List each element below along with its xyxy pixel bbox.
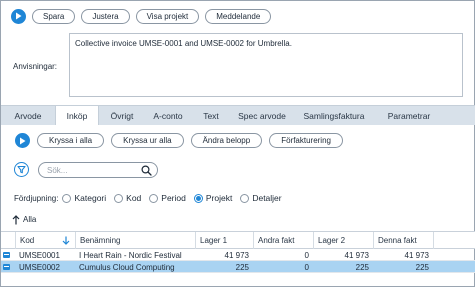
radio-detaljer[interactable]: Detaljer [240, 193, 282, 203]
level-up-all[interactable]: Alla [12, 214, 36, 225]
notes-textarea[interactable]: Collective invoice UMSE-0001 and UMSE-00… [69, 33, 463, 97]
play-icon[interactable] [11, 8, 26, 24]
radio-kategori[interactable]: Kategori [62, 193, 106, 203]
search-placeholder: Sök... [47, 166, 68, 175]
main-toolbar: Spara Justera Visa projekt Meddelande [11, 7, 272, 25]
grouping-radio-group: Fördjupning: Kategori Kod Period Projekt… [14, 192, 290, 204]
radio-projekt[interactable]: Projekt [193, 193, 232, 203]
row-checkbox-icon[interactable] [3, 252, 10, 258]
tab-a-conto[interactable]: A-conto [145, 106, 191, 125]
col-lager-1[interactable]: Lager 1 [195, 232, 253, 249]
cell-andra-fakt: 0 [304, 262, 309, 272]
tab-parametrar[interactable]: Parametrar [375, 106, 443, 125]
check-all-button[interactable]: Kryssa i alla [37, 133, 105, 148]
cell-benamning: I Heart Rain - Nordic Festival [79, 250, 182, 260]
message-button[interactable]: Meddelande [205, 8, 272, 24]
sort-down-icon [62, 236, 70, 245]
tab-ovrigt[interactable]: Övrigt [99, 106, 145, 125]
tab-samlingsfaktura[interactable]: Samlingsfaktura [293, 106, 375, 125]
cell-andra-fakt: 0 [304, 250, 309, 260]
col-denna-fakt[interactable]: Denna fakt [373, 232, 433, 249]
notes-label: Anvisningar: [13, 62, 58, 71]
row-checkbox-icon[interactable] [3, 264, 10, 270]
prebilling-button[interactable]: Förfakturering [269, 133, 343, 148]
purchase-table: Kod Benämning Lager 1 Andra fakt Lager 2… [1, 231, 475, 273]
uncheck-all-button[interactable]: Kryssa ur alla [111, 133, 184, 148]
cell-denna-fakt[interactable]: 225 [373, 261, 433, 273]
save-button[interactable]: Spara [32, 8, 76, 24]
radio-kod[interactable]: Kod [114, 193, 141, 203]
cell-lager-1: 41 973 [224, 250, 249, 260]
cell-kod: UMSE0001 [19, 250, 60, 260]
cell-lager-2: 41 973 [344, 250, 369, 260]
purchase-toolbar: Kryssa i alla Kryssa ur alla Ändra belop… [15, 133, 343, 148]
tab-arvode[interactable]: Arvode [1, 106, 55, 125]
change-amount-button[interactable]: Ändra belopp [190, 133, 263, 148]
col-andra-fakt[interactable]: Andra fakt [253, 232, 313, 249]
cell-lager-1: 225 [235, 262, 249, 272]
tab-text[interactable]: Text [191, 106, 231, 125]
arrow-up-icon [12, 214, 20, 224]
table-row-selected[interactable]: UMSE0002 Cumulus Cloud Computing 225 0 2… [1, 261, 475, 273]
grouping-label: Fördjupning: [14, 193, 59, 203]
col-kod[interactable]: Kod [15, 232, 75, 249]
cell-lager-2: 225 [355, 262, 369, 272]
radio-period[interactable]: Period [149, 193, 186, 203]
tab-bar: Arvode Inköp Övrigt A-conto Text Spec ar… [1, 105, 475, 125]
col-filler [433, 232, 475, 249]
play-icon[interactable] [15, 133, 30, 148]
show-project-button[interactable]: Visa projekt [135, 8, 200, 24]
cell-denna-fakt[interactable]: 41 973 [373, 249, 433, 261]
table-row[interactable]: UMSE0001 I Heart Rain - Nordic Festival … [1, 249, 475, 261]
filter-icon[interactable] [14, 162, 29, 177]
window: Spara Justera Visa projekt Meddelande An… [0, 0, 475, 287]
adjust-button[interactable]: Justera [81, 8, 130, 24]
search-input[interactable]: Sök... [38, 162, 158, 178]
cell-kod: UMSE0002 [19, 262, 60, 272]
col-lager-2[interactable]: Lager 2 [313, 232, 373, 249]
tab-spec-arvode[interactable]: Spec arvode [231, 106, 293, 125]
all-label: Alla [23, 215, 37, 224]
tab-inkop[interactable]: Inköp [55, 106, 99, 125]
col-benamning[interactable]: Benämning [75, 232, 195, 249]
search-icon[interactable] [141, 165, 152, 176]
cell-benamning: Cumulus Cloud Computing [79, 262, 175, 272]
table-header: Kod Benämning Lager 1 Andra fakt Lager 2… [1, 231, 475, 249]
